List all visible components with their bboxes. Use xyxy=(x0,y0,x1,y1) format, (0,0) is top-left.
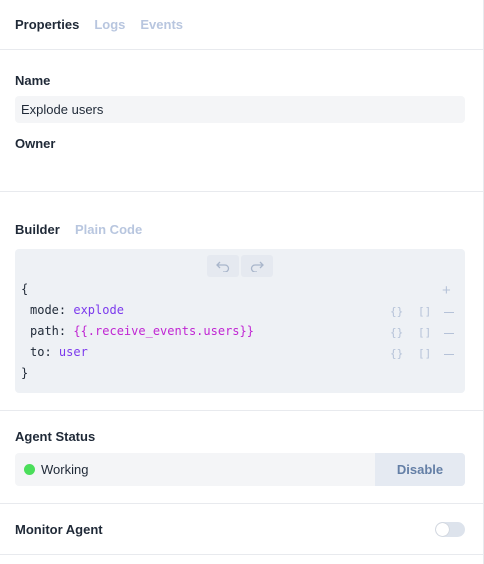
code-editor: + { mode: explode {} [] path: {{.receive… xyxy=(15,249,465,393)
divider xyxy=(0,554,484,555)
code-key: path xyxy=(30,324,59,338)
monitor-agent-label: Monitor Agent xyxy=(15,522,103,537)
object-type-button[interactable]: {} xyxy=(390,347,403,360)
tab-logs[interactable]: Logs xyxy=(94,17,125,32)
code-line-mode: mode: explode xyxy=(30,303,124,317)
remove-field-button[interactable] xyxy=(444,354,454,355)
add-field-button[interactable]: + xyxy=(442,282,451,299)
code-value[interactable]: explode xyxy=(73,303,124,317)
code-value[interactable]: {{.receive_events.users}} xyxy=(73,324,254,338)
monitor-agent-toggle[interactable] xyxy=(435,522,465,537)
code-key: to xyxy=(30,345,45,359)
code-close-brace: } xyxy=(21,366,29,380)
remove-field-button[interactable] xyxy=(444,312,454,313)
code-value[interactable]: user xyxy=(59,345,88,359)
divider xyxy=(0,410,484,411)
panel-tabs: Properties Logs Events xyxy=(0,0,484,50)
status-dot-icon xyxy=(24,464,35,475)
tab-builder[interactable]: Builder xyxy=(15,222,60,237)
object-type-button[interactable]: {} xyxy=(390,326,403,339)
status-text: Working xyxy=(41,462,89,477)
disable-button[interactable]: Disable xyxy=(375,453,465,486)
name-label: Name xyxy=(15,73,51,88)
undo-button[interactable] xyxy=(207,255,239,277)
owner-label: Owner xyxy=(15,136,56,151)
divider xyxy=(0,503,484,504)
code-key: mode xyxy=(30,303,59,317)
object-type-button[interactable]: {} xyxy=(390,305,403,318)
redo-icon xyxy=(250,261,264,272)
remove-field-button[interactable] xyxy=(444,333,454,334)
history-controls xyxy=(207,255,273,277)
code-line-to: to: user xyxy=(30,345,88,359)
name-input[interactable]: Explode users xyxy=(15,96,465,123)
code-line-path: path: {{.receive_events.users}} xyxy=(30,324,254,338)
divider xyxy=(0,191,484,192)
agent-status-label: Agent Status xyxy=(15,429,96,444)
code-open-brace: { xyxy=(21,282,29,296)
tab-properties[interactable]: Properties xyxy=(15,17,79,32)
toggle-knob xyxy=(436,523,449,536)
agent-status-bar: Working Disable xyxy=(15,453,465,486)
tab-plain-code[interactable]: Plain Code xyxy=(75,222,142,237)
tab-events[interactable]: Events xyxy=(140,17,183,32)
undo-icon xyxy=(216,261,230,272)
array-type-button[interactable]: [] xyxy=(418,326,431,339)
redo-button[interactable] xyxy=(241,255,273,277)
array-type-button[interactable]: [] xyxy=(418,347,431,360)
array-type-button[interactable]: [] xyxy=(418,305,431,318)
